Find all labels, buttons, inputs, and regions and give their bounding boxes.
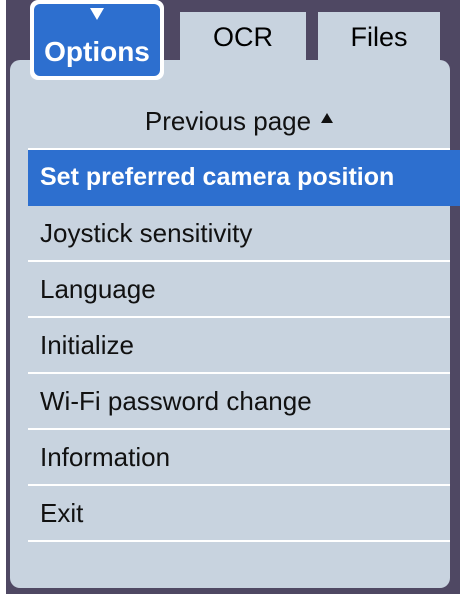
menu-footer-space: [28, 570, 450, 588]
menu-item-information[interactable]: Information: [28, 430, 450, 486]
menu-item-wifi-password-change[interactable]: Wi-Fi password change: [28, 374, 450, 430]
menu-item-initialize[interactable]: Initialize: [28, 318, 450, 374]
triangle-up-icon: [321, 113, 334, 123]
tab-files[interactable]: Files: [318, 12, 440, 62]
menu-item-joystick-sensitivity[interactable]: Joystick sensitivity: [28, 206, 450, 262]
tab-options-label: Options: [44, 36, 150, 67]
caret-down-icon: [90, 8, 104, 20]
menu-item-language[interactable]: Language: [28, 262, 450, 318]
options-menu: Previous page Set preferred camera posit…: [28, 94, 460, 542]
tab-options-body: Options: [34, 4, 160, 76]
tab-ocr[interactable]: OCR: [180, 12, 306, 62]
previous-page-button[interactable]: Previous page: [28, 94, 450, 150]
menu-item-set-preferred-camera-position[interactable]: Set preferred camera position: [28, 150, 460, 206]
previous-page-label: Previous page: [144, 105, 312, 136]
tab-options[interactable]: Options: [30, 0, 164, 80]
menu-item-exit[interactable]: Exit: [28, 486, 450, 542]
